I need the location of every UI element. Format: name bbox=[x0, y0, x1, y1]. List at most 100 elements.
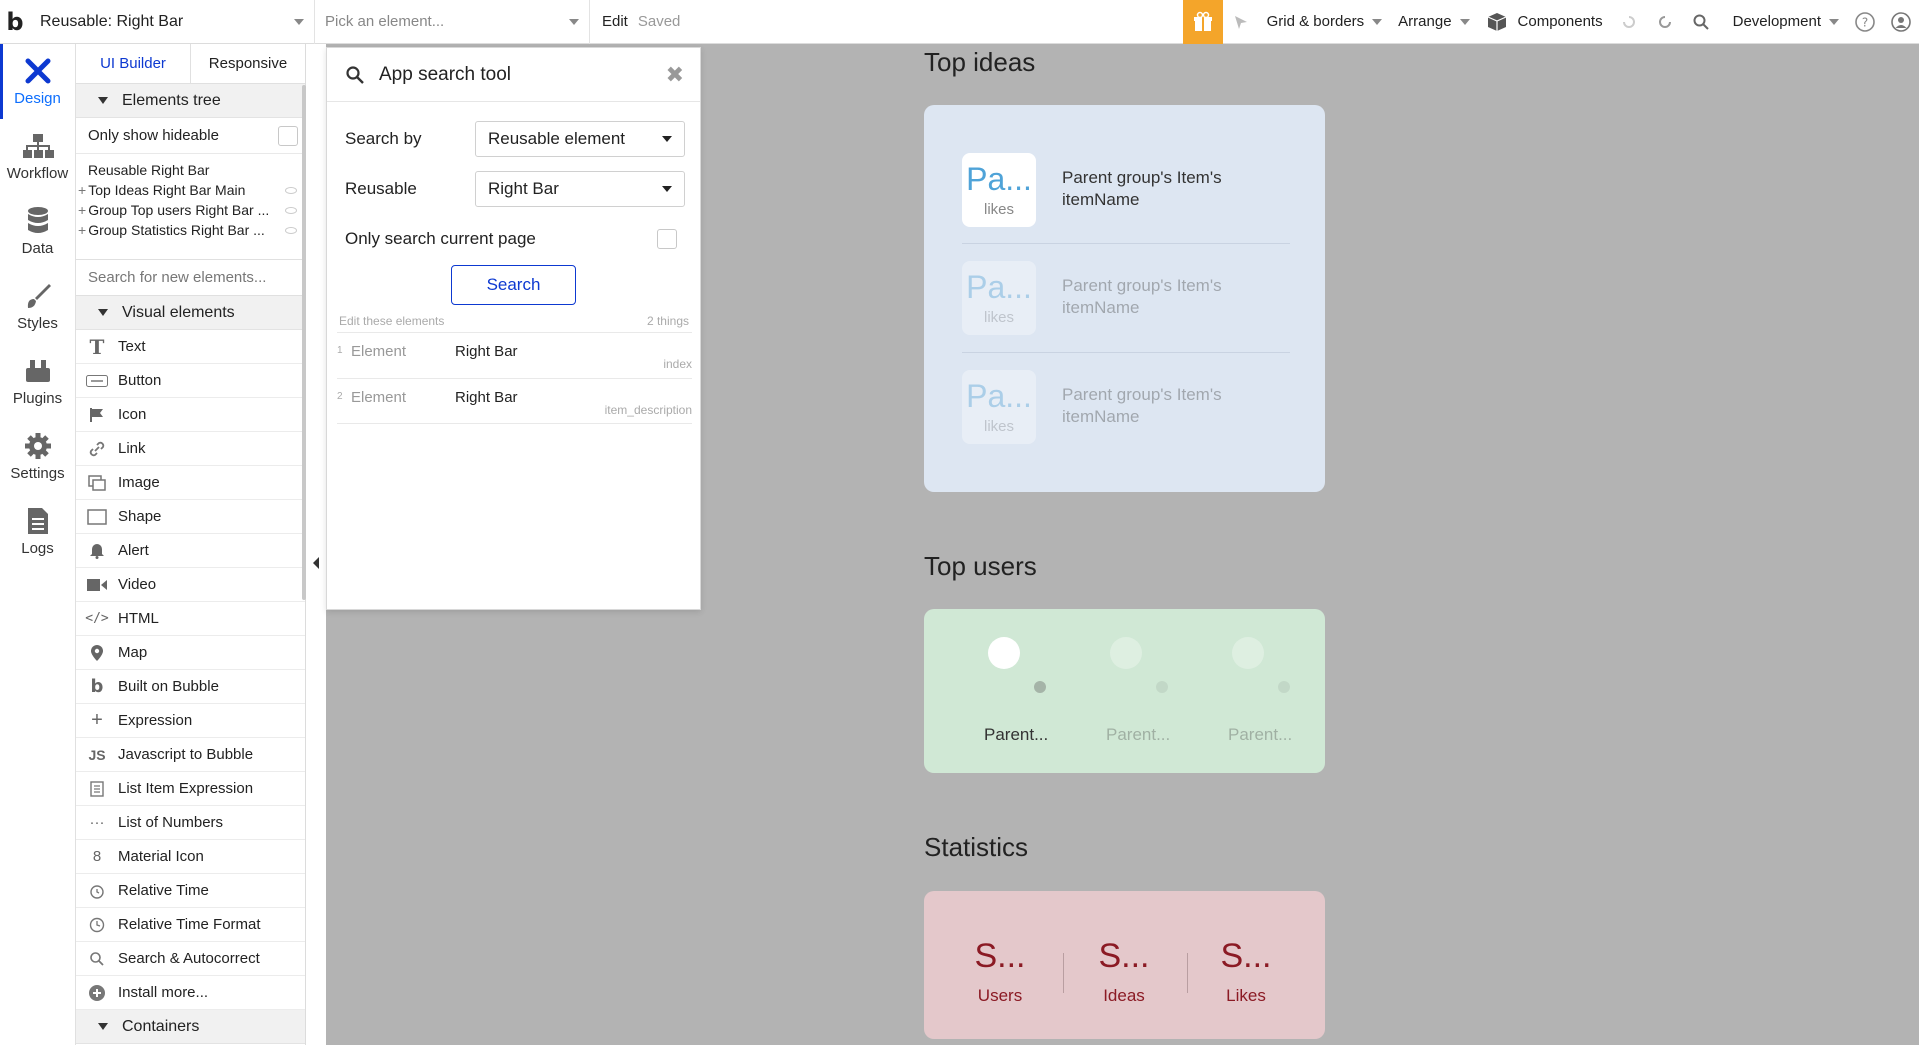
elements-tree-header[interactable]: Elements tree bbox=[76, 84, 305, 118]
element-label: Link bbox=[118, 440, 146, 457]
top-ideas-card[interactable]: Pa... likes Parent group's Item's itemNa… bbox=[924, 105, 1325, 492]
element-video[interactable]: Video bbox=[76, 568, 305, 602]
tree-item[interactable]: + Top Ideas Right Bar Main bbox=[76, 178, 305, 198]
idea-name: Parent group's Item's itemName bbox=[1062, 276, 1222, 317]
element-relative-time[interactable]: Relative Time bbox=[76, 874, 305, 908]
result-property: index bbox=[663, 357, 692, 371]
tab-responsive[interactable]: Responsive bbox=[191, 44, 305, 83]
element-expression[interactable]: + Expression bbox=[76, 704, 305, 738]
nav-settings[interactable]: Settings bbox=[0, 419, 75, 494]
element-shape[interactable]: Shape bbox=[76, 500, 305, 534]
redo-icon[interactable] bbox=[1647, 0, 1683, 44]
search-icon[interactable] bbox=[1683, 0, 1719, 44]
eye-icon[interactable] bbox=[285, 186, 297, 194]
expand-plus-icon[interactable]: + bbox=[78, 182, 86, 198]
page-select[interactable]: Reusable: Right Bar bbox=[30, 0, 315, 44]
eye-icon[interactable] bbox=[285, 206, 297, 214]
nav-styles[interactable]: Styles bbox=[0, 269, 75, 344]
stat-likes[interactable]: S... Likes bbox=[1196, 937, 1296, 1006]
nav-logs[interactable]: Logs bbox=[0, 494, 75, 569]
bubble-b-icon: b bbox=[90, 676, 104, 697]
user-cell[interactable]: Parent... bbox=[944, 609, 1054, 773]
reusable-select[interactable]: Right Bar bbox=[475, 171, 685, 207]
link-icon bbox=[86, 440, 108, 458]
element-built-on-bubble[interactable]: b Built on Bubble bbox=[76, 670, 305, 704]
element-text[interactable]: T Text bbox=[76, 330, 305, 364]
chevron-down-icon bbox=[662, 186, 672, 192]
top-ideas-title[interactable]: Top ideas bbox=[924, 47, 1035, 78]
account-icon[interactable] bbox=[1883, 0, 1919, 44]
element-link[interactable]: Link bbox=[76, 432, 305, 466]
bubble-logo[interactable]: b bbox=[0, 0, 30, 44]
result-row[interactable]: 2 Element Right Bar item_description bbox=[337, 378, 692, 424]
grid-borders-menu[interactable]: Grid & borders bbox=[1259, 0, 1391, 44]
element-html[interactable]: </> HTML bbox=[76, 602, 305, 636]
top-users-title[interactable]: Top users bbox=[924, 551, 1037, 582]
tree-item[interactable]: + Group Statistics Right Bar ... bbox=[76, 218, 305, 238]
nav-workflow[interactable]: Workflow bbox=[0, 119, 75, 194]
statistics-title[interactable]: Statistics bbox=[924, 832, 1028, 863]
only-current-page-checkbox[interactable] bbox=[657, 229, 677, 249]
result-row[interactable]: 1 Element Right Bar index bbox=[337, 332, 692, 378]
only-show-hideable-checkbox[interactable] bbox=[278, 125, 298, 146]
element-list-item-expression[interactable]: List Item Expression bbox=[76, 772, 305, 806]
undo-icon[interactable] bbox=[1611, 0, 1647, 44]
edit-button[interactable]: Edit bbox=[590, 13, 638, 30]
nav-design[interactable]: Design bbox=[0, 44, 75, 119]
element-map[interactable]: Map bbox=[76, 636, 305, 670]
search-new-elements-input[interactable]: Search for new elements... bbox=[76, 260, 305, 296]
tab-ui-builder[interactable]: UI Builder bbox=[76, 44, 191, 83]
tree-root-item[interactable]: Reusable Right Bar bbox=[76, 154, 305, 178]
status-dot bbox=[1034, 681, 1046, 693]
collapse-panel-icon[interactable] bbox=[313, 557, 319, 569]
top-users-card[interactable]: Parent... Parent... Parent... bbox=[924, 609, 1325, 773]
element-label: Javascript to Bubble bbox=[118, 746, 254, 763]
idea-row[interactable]: Pa... likes Parent group's Item's itemNa… bbox=[962, 249, 1290, 347]
idea-likes: likes bbox=[983, 417, 1014, 435]
containers-header[interactable]: Containers bbox=[76, 1010, 305, 1044]
element-image[interactable]: Image bbox=[76, 466, 305, 500]
statistics-card[interactable]: S... Users S... Ideas S... Likes bbox=[924, 891, 1325, 1039]
element-label: Video bbox=[118, 576, 157, 593]
element-label: Relative Time Format bbox=[118, 916, 261, 933]
user-cell[interactable]: Parent... bbox=[1066, 609, 1176, 773]
nav-plugins[interactable]: Plugins bbox=[0, 344, 75, 419]
element-button[interactable]: Button bbox=[76, 364, 305, 398]
search-by-label: Search by bbox=[345, 129, 422, 148]
idea-row[interactable]: Pa... likes Parent group's Item's itemNa… bbox=[962, 358, 1290, 456]
pointer-icon[interactable] bbox=[1223, 0, 1259, 44]
nav-label: Styles bbox=[17, 315, 58, 332]
environment-select[interactable]: Development bbox=[1719, 0, 1847, 44]
idea-row[interactable]: Pa... likes Parent group's Item's itemNa… bbox=[962, 141, 1290, 239]
stat-value: S... bbox=[974, 937, 1026, 975]
search-icon bbox=[346, 65, 364, 84]
arrange-menu[interactable]: Arrange bbox=[1390, 0, 1477, 44]
close-icon[interactable]: ✖ bbox=[666, 62, 684, 88]
help-icon[interactable]: ? bbox=[1847, 0, 1883, 44]
search-icon bbox=[86, 951, 108, 967]
element-icon[interactable]: Icon bbox=[76, 398, 305, 432]
components-button[interactable]: Components bbox=[1478, 0, 1611, 44]
gift-button[interactable] bbox=[1182, 0, 1223, 44]
element-install-more[interactable]: Install more... bbox=[76, 976, 305, 1010]
element-alert[interactable]: Alert bbox=[76, 534, 305, 568]
tree-item[interactable]: + Group Top users Right Bar ... bbox=[76, 198, 305, 218]
element-list-of-numbers[interactable]: ··· List of Numbers bbox=[76, 806, 305, 840]
panel-collapse-strip bbox=[306, 44, 326, 1045]
stat-ideas[interactable]: S... Ideas bbox=[1074, 937, 1174, 1006]
stat-users[interactable]: S... Users bbox=[950, 937, 1050, 1006]
element-relative-time-format[interactable]: Relative Time Format bbox=[76, 908, 305, 942]
expand-plus-icon[interactable]: + bbox=[78, 202, 86, 218]
element-search-autocorrect[interactable]: Search & Autocorrect bbox=[76, 942, 305, 976]
expand-plus-icon[interactable]: + bbox=[78, 222, 86, 238]
element-javascript-to-bubble[interactable]: JS Javascript to Bubble bbox=[76, 738, 305, 772]
element-material-icon[interactable]: 8 Material Icon bbox=[76, 840, 305, 874]
nav-data[interactable]: Data bbox=[0, 194, 75, 269]
search-by-select[interactable]: Reusable element bbox=[475, 121, 685, 157]
search-button[interactable]: Search bbox=[451, 265, 576, 305]
eye-icon[interactable] bbox=[285, 226, 297, 234]
user-cell[interactable]: Parent... bbox=[1188, 609, 1298, 773]
element-picker[interactable]: Pick an element... bbox=[315, 0, 590, 44]
tree-item-label: Group Statistics Right Bar ... bbox=[88, 222, 265, 238]
visual-elements-header[interactable]: Visual elements bbox=[76, 296, 305, 330]
